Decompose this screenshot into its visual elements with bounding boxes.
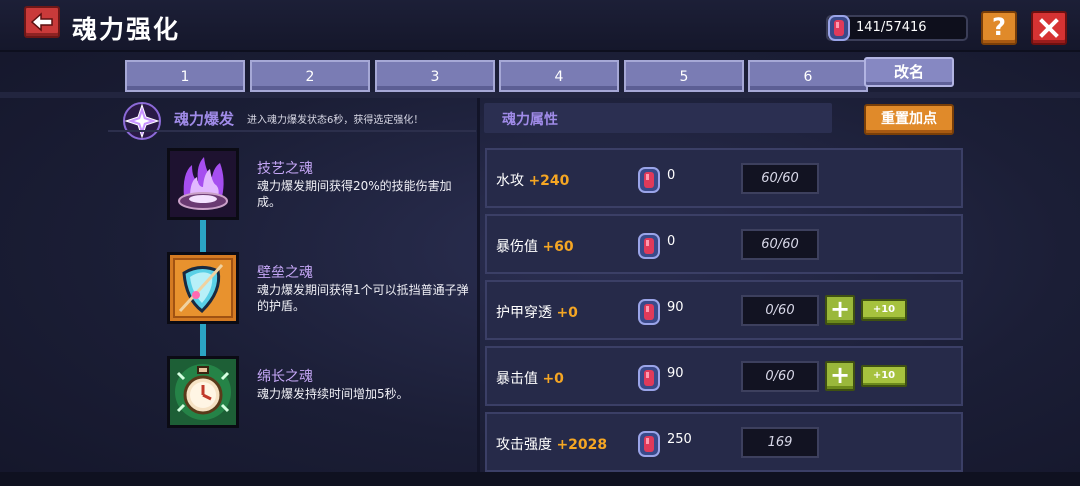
- close-icon: [1039, 18, 1059, 38]
- bottom-bar: [0, 472, 1080, 486]
- attribute-label: 暴击值 +0: [496, 371, 564, 387]
- soul-gem-icon: [828, 15, 850, 41]
- level-display: 0/60: [741, 361, 819, 392]
- soul-gem-icon: [638, 299, 660, 325]
- soul-endurance-slot[interactable]: [167, 356, 239, 428]
- level-display: 0/60: [741, 295, 819, 326]
- tab-5[interactable]: 5: [624, 60, 744, 92]
- attribute-row: 暴击值 +0 90 0/60 + +10: [485, 346, 963, 406]
- attribute-header: 魂力属性: [484, 103, 832, 133]
- add-point-button[interactable]: +: [825, 295, 855, 325]
- back-button[interactable]: [24, 6, 60, 38]
- soul-name-skill: 技艺之魂: [257, 161, 313, 177]
- soul-gem-icon: [638, 167, 660, 193]
- help-button[interactable]: ?: [981, 11, 1017, 45]
- back-arrow-icon: [30, 12, 53, 32]
- attribute-label: 攻击强度 +2028: [496, 437, 608, 453]
- cost-value: 90: [667, 300, 684, 315]
- shield-icon: [170, 255, 236, 321]
- attribute-row: 暴伤值 +60 0 60/60: [485, 214, 963, 274]
- soul-gem-icon: [638, 431, 660, 457]
- cost-value: 0: [667, 234, 676, 249]
- connector-line: [200, 324, 206, 358]
- add-ten-points-button[interactable]: +10: [861, 299, 907, 321]
- add-ten-points-button[interactable]: +10: [861, 365, 907, 387]
- top-bar: 魂力强化 141/57416 ?: [0, 0, 1080, 52]
- soul-desc-bastion: 魂力爆发期间获得1个可以抵挡普通子弹的护盾。: [257, 283, 469, 313]
- soul-burst-icon: [123, 102, 161, 140]
- tab-6[interactable]: 6: [748, 60, 868, 92]
- currency-display: 141/57416: [826, 15, 968, 41]
- attribute-row: 水攻 +240 0 60/60: [485, 148, 963, 208]
- divider: [108, 130, 476, 132]
- tab-4[interactable]: 4: [499, 60, 619, 92]
- currency-value: 141/57416: [856, 20, 927, 35]
- soul-desc-endurance: 魂力爆发持续时间增加5秒。: [257, 387, 409, 401]
- tab-2[interactable]: 2: [250, 60, 370, 92]
- attribute-label: 护甲穿透 +0: [496, 305, 578, 321]
- attribute-header-label: 魂力属性: [502, 112, 558, 128]
- level-display: 169: [741, 427, 819, 458]
- soul-gem-icon: [638, 365, 660, 391]
- reset-points-button[interactable]: 重置加点: [864, 104, 954, 135]
- panel-divider: [477, 98, 480, 472]
- cost-value: 250: [667, 432, 692, 447]
- soul-name-bastion: 壁垒之魂: [257, 265, 313, 281]
- purple-flame-icon: [170, 151, 236, 217]
- burst-description: 进入魂力爆发状态6秒，获得选定强化！: [247, 115, 424, 126]
- attribute-row: 攻击强度 +2028 250 169: [485, 412, 963, 472]
- cost-value: 0: [667, 168, 676, 183]
- page-title: 魂力强化: [72, 15, 181, 44]
- soul-gem-icon: [638, 233, 660, 259]
- level-display: 60/60: [741, 163, 819, 194]
- close-button[interactable]: [1031, 11, 1067, 45]
- soul-bastion-slot[interactable]: [167, 252, 239, 324]
- tab-strip: [0, 92, 1080, 98]
- attribute-row: 护甲穿透 +0 90 0/60 + +10: [485, 280, 963, 340]
- connector-line: [200, 220, 206, 254]
- level-display: 60/60: [741, 229, 819, 260]
- soul-name-endurance: 绵长之魂: [257, 369, 313, 385]
- cost-value: 90: [667, 366, 684, 381]
- attribute-label: 暴伤值 +60: [496, 239, 574, 255]
- burst-title: 魂力爆发: [174, 110, 235, 128]
- soul-desc-skill: 魂力爆发期间获得20%的技能伤害加成。: [257, 179, 452, 209]
- rename-button[interactable]: 改名: [864, 57, 954, 87]
- tab-1[interactable]: 1: [125, 60, 245, 92]
- add-point-button[interactable]: +: [825, 361, 855, 391]
- tab-3[interactable]: 3: [375, 60, 495, 92]
- soul-skill-slot[interactable]: [167, 148, 239, 220]
- stopwatch-icon: [170, 359, 236, 425]
- attribute-label: 水攻 +240: [496, 173, 570, 189]
